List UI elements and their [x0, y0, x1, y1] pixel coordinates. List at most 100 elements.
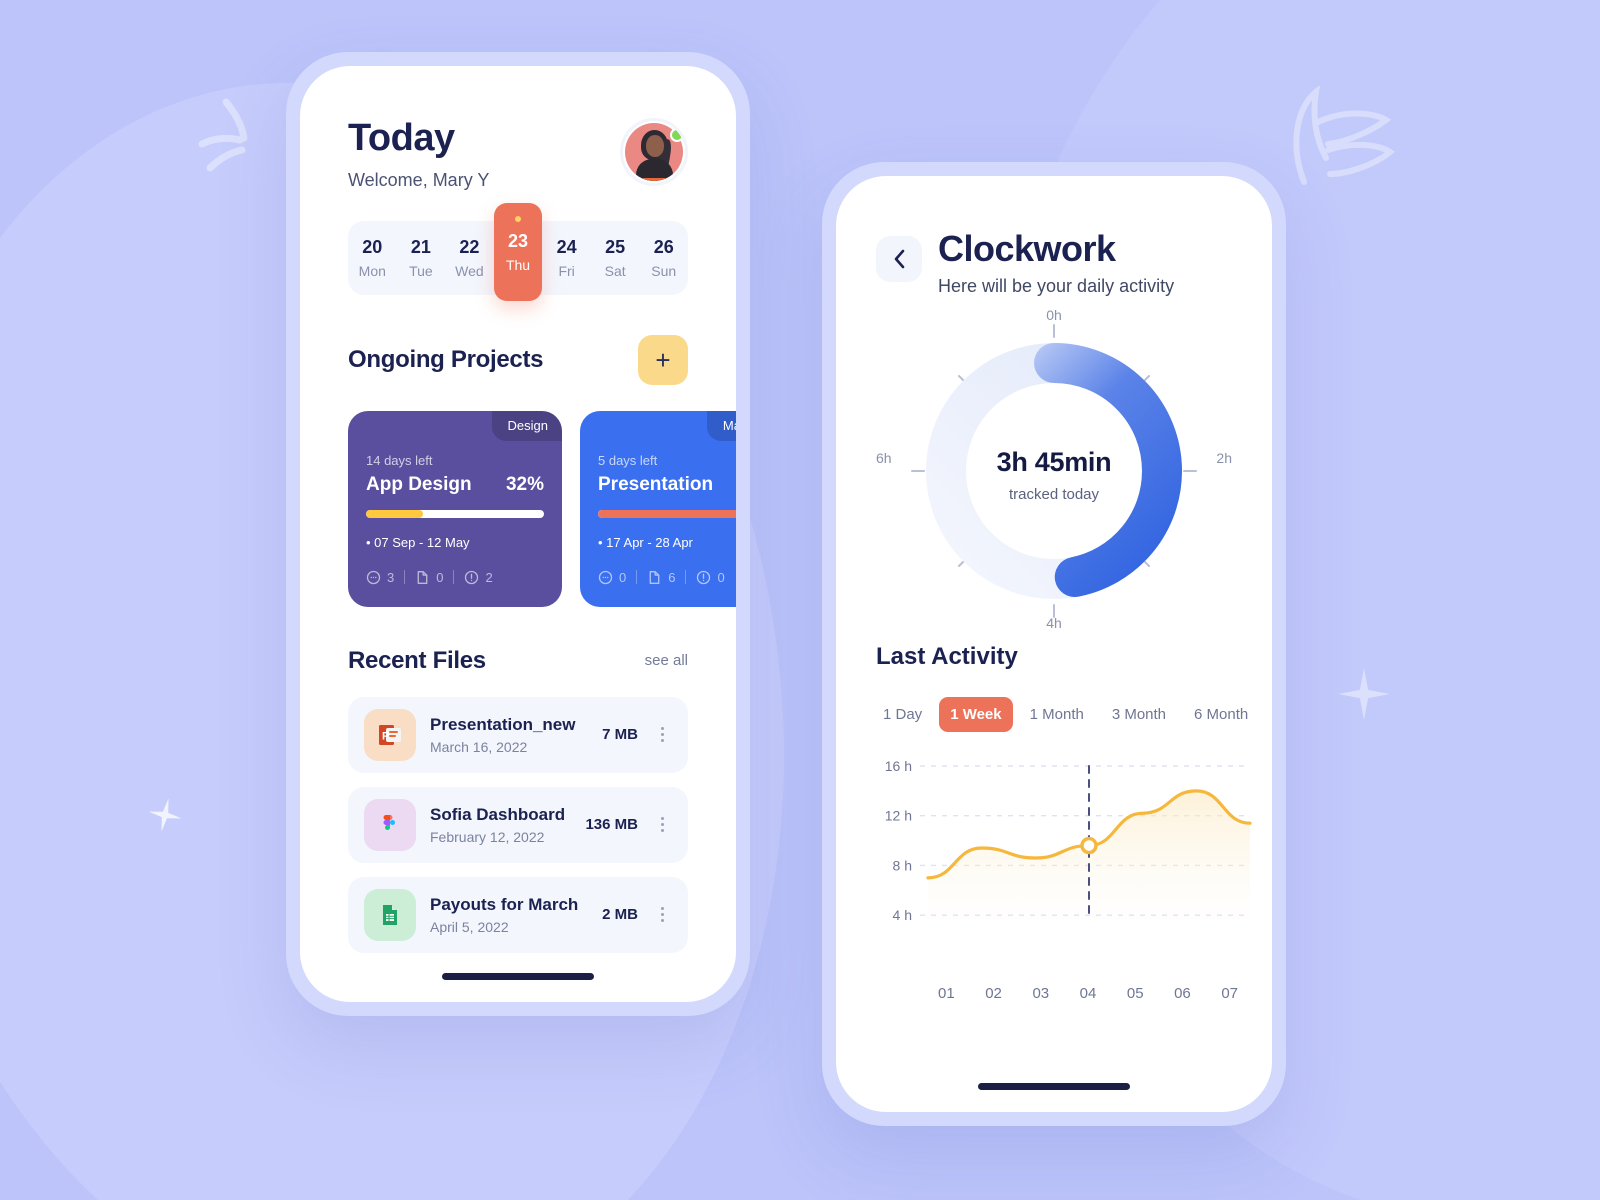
- today-screen: Today Welcome, Mary Y 20 Mon 21 Tue 22 W…: [300, 66, 736, 1002]
- range-tab-3-month[interactable]: 3 Month: [1101, 697, 1177, 732]
- file-row[interactable]: Sofia Dashboard February 12, 2022 136 MB: [348, 786, 688, 863]
- tracked-time-value: 3h 45min: [996, 446, 1112, 477]
- tracked-time-caption: tracked today: [1008, 485, 1100, 503]
- project-progress-fill: [598, 509, 736, 518]
- home-indicator: [978, 1083, 1130, 1090]
- project-days-left: 14 days left: [366, 452, 433, 468]
- calendar-day-26[interactable]: 26 Sun: [639, 237, 688, 279]
- see-all-link[interactable]: see all: [645, 652, 688, 669]
- calendar-day-22[interactable]: 22 Wed: [445, 237, 494, 279]
- avatar[interactable]: [620, 118, 688, 186]
- project-percent: 32%: [505, 473, 544, 495]
- svg-text:P: P: [382, 730, 389, 742]
- clockwork-screen: Clockwork Here will be your daily activi…: [836, 176, 1272, 1112]
- calendar-strip[interactable]: 20 Mon 21 Tue 22 Wed 23 Thu 24 Fri 25 Sat 26 Sun: [348, 202, 688, 301]
- calendar-day-name: Thu: [505, 256, 531, 273]
- chart-y-tick: 12 h: [885, 808, 912, 824]
- add-project-button[interactable]: +: [638, 334, 688, 385]
- motion-lines-doodle-icon: [198, 98, 248, 172]
- file-more-options-icon[interactable]: [652, 817, 672, 833]
- calendar-day-23[interactable]: 23 Thu: [493, 202, 543, 301]
- home-indicator: [442, 973, 594, 980]
- project-tag: Marketing: [706, 410, 736, 441]
- recent-files-list: P Presentation_new March 16, 2022 7 MB Sofia…: [348, 696, 688, 953]
- leaf-doodle-icon: [1293, 86, 1395, 185]
- chart-x-tick: 04: [1079, 985, 1097, 1002]
- range-tab-list[interactable]: 1 Day 1 Week 1 Month 3 Month 6 Month: [836, 697, 1272, 732]
- file-more-options-icon[interactable]: [652, 907, 672, 923]
- chart-x-axis: 01 02 03 04 05 06 07: [872, 985, 1252, 1002]
- project-card[interactable]: Design 14 days left App Design 32% • 07 Sep …: [348, 410, 562, 607]
- chart-x-tick: 01: [938, 985, 955, 1002]
- project-name: App Design: [366, 473, 472, 495]
- calendar-day-number: 20: [362, 236, 383, 257]
- sheets-icon: [383, 904, 397, 925]
- screenshot-canvas: Today Welcome, Mary Y 20 Mon 21 Tue 22 W…: [0, 0, 1600, 1200]
- file-meta: Presentation_new March 16, 2022: [430, 715, 588, 755]
- calendar-day-24[interactable]: 24 Fri: [542, 237, 591, 279]
- file-row[interactable]: P Presentation_new March 16, 2022 7 MB: [348, 696, 688, 773]
- file-size: 136 MB: [585, 816, 638, 834]
- project-stat-value: 3: [387, 569, 395, 585]
- range-tab-1-month[interactable]: 1 Month: [1019, 697, 1095, 732]
- project-progress-bar: [366, 509, 544, 518]
- file-meta: Payouts for March April 5, 2022: [430, 895, 588, 935]
- range-tab-1-day[interactable]: 1 Day: [872, 697, 933, 732]
- project-stat: 0: [415, 570, 443, 585]
- file-more-options-icon[interactable]: [652, 727, 672, 743]
- page-title: Today: [348, 117, 455, 159]
- project-dates: • 17 Apr - 28 Apr: [598, 534, 693, 550]
- chart-x-tick: 07: [1221, 985, 1238, 1002]
- section-title-projects: Ongoing Projects: [348, 345, 544, 373]
- clockwork-title: Clockwork: [938, 228, 1116, 269]
- calendar-day-21[interactable]: 21 Tue: [397, 237, 446, 279]
- chart-x-tick: 02: [985, 985, 1002, 1002]
- clockwork-header: Clockwork Here will be your daily activi…: [836, 176, 1272, 297]
- section-title-files: Recent Files: [348, 646, 486, 674]
- range-tab-1-week[interactable]: 1 Week: [939, 697, 1013, 732]
- chart-y-tick: 8 h: [893, 857, 912, 873]
- file-date: April 5, 2022: [430, 918, 509, 935]
- calendar-day-name: Wed: [455, 262, 484, 279]
- project-stats: 0 6 0: [598, 570, 736, 585]
- files-section-header: Recent Files see all: [348, 647, 688, 675]
- range-tab-6-month[interactable]: 6 Month: [1183, 697, 1259, 732]
- phone-right: Clockwork Here will be your daily activi…: [822, 162, 1286, 1126]
- back-button[interactable]: [876, 236, 922, 282]
- last-activity-title: Last Activity: [876, 643, 1018, 670]
- file-date: February 12, 2022: [430, 828, 545, 845]
- project-stat: 2: [464, 570, 493, 585]
- donut-tick-4h: 4h: [1046, 615, 1062, 631]
- chart-marker-dot[interactable]: [1080, 836, 1098, 855]
- calendar-day-20[interactable]: 20 Mon: [348, 237, 397, 279]
- project-card[interactable]: Marketing5 days leftPresentation88%• 17 …: [580, 410, 736, 607]
- file-name: Payouts for March: [430, 894, 579, 914]
- clockwork-subtitle: Here will be your daily activity: [938, 276, 1175, 296]
- stat-divider: [636, 570, 638, 585]
- project-stat: 0: [696, 570, 725, 585]
- project-dates: • 07 Sep - 12 May: [366, 534, 470, 550]
- stat-divider: [404, 570, 406, 585]
- file-row[interactable]: Payouts for March April 5, 2022 2 MB: [348, 876, 688, 953]
- welcome-text: Welcome, Mary Y: [348, 169, 490, 190]
- calendar-day-25[interactable]: 25 Sat: [591, 237, 640, 279]
- project-stat-value: 0: [436, 569, 444, 585]
- calendar-day-name: Tue: [409, 262, 433, 279]
- stat-divider: [453, 570, 455, 585]
- project-stat: 0: [598, 570, 626, 585]
- file-type-icon: [364, 798, 416, 851]
- calendar-day-number: 25: [605, 236, 626, 257]
- calendar-active-dot: [515, 215, 522, 222]
- project-days-left: 5 days left: [598, 452, 658, 468]
- project-stat-value: 0: [619, 569, 627, 585]
- calendar-day-number: 24: [556, 236, 577, 257]
- donut-tick-2h: 2h: [1216, 450, 1232, 466]
- donut-chart: 0h 2h 4h 6h 3h 45min tracked today: [854, 303, 1254, 633]
- stat-divider: [685, 570, 687, 585]
- project-stat: 3: [366, 570, 394, 585]
- project-stat-value: 6: [668, 569, 676, 585]
- activity-chart-svg: 4 h 8 h 12 h 16 h: [885, 758, 1252, 923]
- task-icon: [465, 570, 479, 584]
- file-type-icon: P: [364, 708, 416, 761]
- project-card-list[interactable]: Design 14 days left App Design 32% • 07 Sep …: [348, 410, 736, 607]
